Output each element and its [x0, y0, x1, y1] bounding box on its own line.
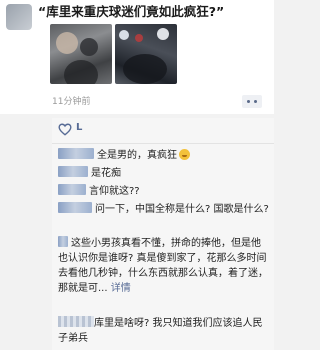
- commenter-name[interactable]: [58, 166, 88, 177]
- comment-text: 是花痴: [91, 168, 121, 179]
- avatar[interactable]: [6, 4, 32, 30]
- comment-text: 问一下，中国全称是什么? 国歌是什么?: [95, 204, 269, 215]
- comment-item[interactable]: 这些小男孩真看不懂，拼命的捧他，但是他也认识你是谁呀? 真是傻到家了，花那么多时…: [58, 236, 270, 296]
- comment-detail-link[interactable]: 详情: [111, 283, 131, 294]
- comment-item[interactable]: 库里是啥呀? 我只知道我们应该追人民子弟兵: [58, 316, 270, 346]
- comment-text: 言仰就这??: [89, 186, 140, 197]
- post-photo-1[interactable]: [50, 24, 112, 84]
- commenter-name[interactable]: [58, 184, 86, 195]
- post-photo-2[interactable]: [115, 24, 177, 84]
- comment-text: 全是男的，真疯狂: [97, 150, 177, 161]
- more-actions-button[interactable]: [242, 95, 262, 108]
- post-header: “库里来重庆球迷们竟如此疯狂?”: [0, 0, 274, 98]
- comment-item[interactable]: 全是男的，真疯狂: [58, 148, 270, 163]
- commenter-name[interactable]: [58, 202, 92, 213]
- heart-icon: [58, 123, 72, 136]
- commenter-name[interactable]: [58, 236, 68, 247]
- comments-panel: L 全是男的，真疯狂 是花痴 言仰就这?? 问一下，中国全称是什么? 国歌是什么…: [52, 118, 274, 350]
- comment-item[interactable]: 问一下，中国全称是什么? 国歌是什么?: [58, 202, 270, 217]
- comment-text: 这些小男孩真看不懂，拼命的捧他，但是他也认识你是谁呀? 真是傻到家了，花那么多时…: [58, 238, 268, 294]
- post-timestamp: 11分钟前: [52, 97, 91, 107]
- divider: [52, 143, 274, 144]
- like-user[interactable]: L: [76, 122, 82, 133]
- post-title: “库里来重庆球迷们竟如此疯狂?”: [38, 4, 225, 19]
- laughing-emoji-icon: [179, 149, 190, 160]
- commenter-name[interactable]: [58, 316, 94, 327]
- commenter-name[interactable]: [58, 148, 94, 159]
- comment-item[interactable]: 言仰就这??: [58, 184, 270, 199]
- post-meta-row: 11分钟前: [0, 88, 274, 114]
- comment-item[interactable]: 是花痴: [58, 166, 270, 181]
